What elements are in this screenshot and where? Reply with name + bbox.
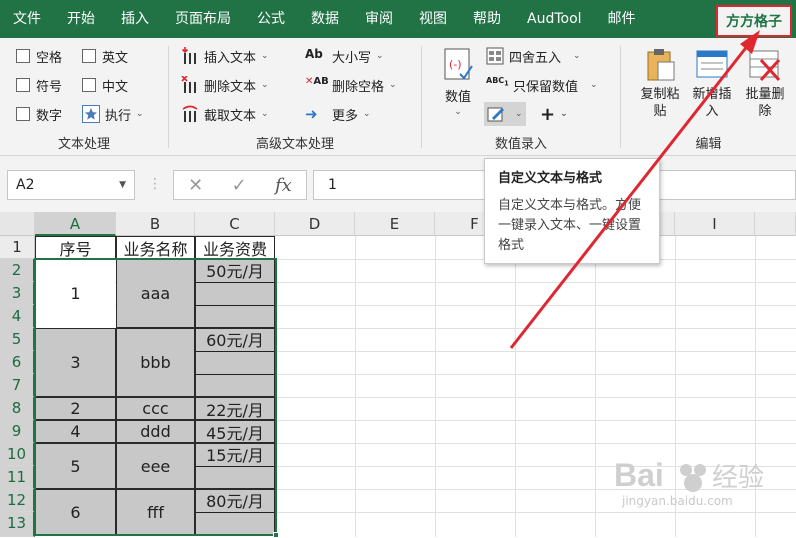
baidu-logo-icon: Bai 经验	[614, 457, 764, 493]
baidu-watermark: Bai 经验 jingyan.baidu.com	[608, 448, 778, 520]
watermark-url: jingyan.baidu.com	[622, 494, 733, 508]
svg-text:Bai: Bai	[614, 457, 664, 493]
svg-text:经验: 经验	[712, 463, 764, 493]
